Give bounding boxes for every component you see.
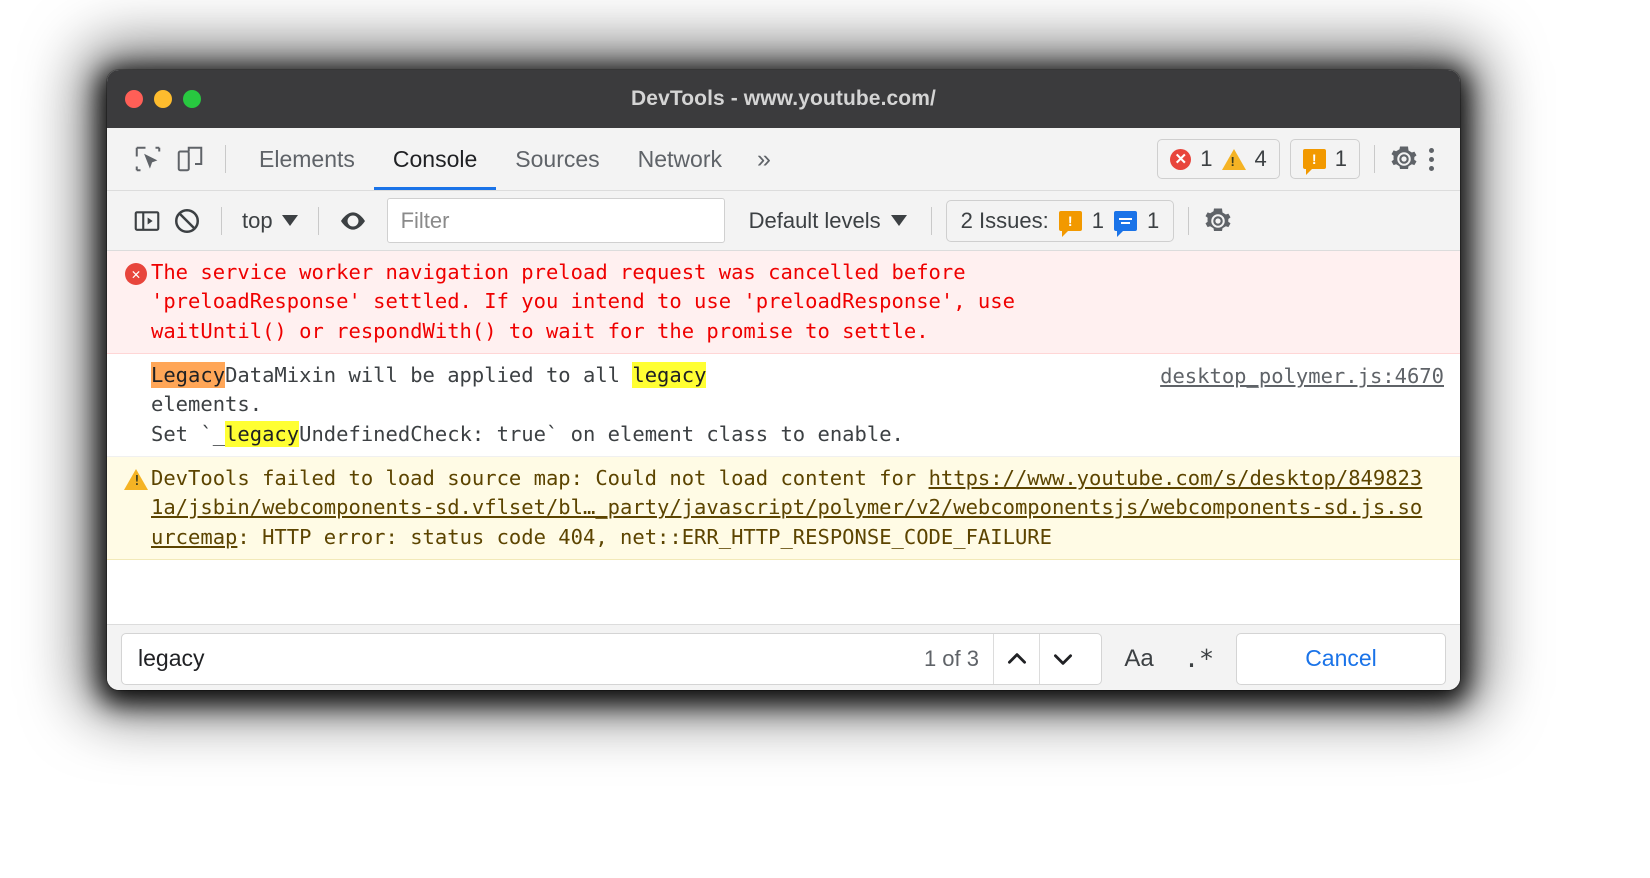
tab-elements[interactable]: Elements bbox=[240, 128, 374, 190]
chevron-up-icon[interactable] bbox=[993, 633, 1039, 684]
minimize-button[interactable] bbox=[154, 90, 172, 108]
error-count: 1 bbox=[1200, 146, 1213, 171]
warning-triangle-icon bbox=[121, 464, 151, 552]
window-controls bbox=[125, 90, 201, 108]
devtools-window: DevTools - www.youtube.com/ Elements Con… bbox=[107, 70, 1460, 690]
search-match: legacy bbox=[632, 361, 707, 388]
console-message-list[interactable]: ✕ The service worker navigation preload … bbox=[107, 251, 1460, 624]
search-match-count: 1 of 3 bbox=[923, 645, 979, 671]
error-warning-counter[interactable]: ✕ 1 4 bbox=[1157, 139, 1280, 179]
panel-tabs: Elements Console Sources Network » bbox=[240, 128, 787, 190]
tab-network[interactable]: Network bbox=[619, 128, 741, 190]
info-bubble-icon bbox=[1113, 210, 1137, 237]
chevron-down-icon bbox=[281, 215, 298, 226]
issue-bubble-icon: ! bbox=[1302, 149, 1326, 175]
tab-bar-right-controls: ✕ 1 4 ! 1 bbox=[1157, 139, 1444, 179]
inspect-cursor-icon[interactable] bbox=[127, 138, 169, 180]
window-title-bar: DevTools - www.youtube.com/ bbox=[107, 70, 1460, 128]
issues-warning-count: 1 bbox=[1091, 207, 1104, 233]
filter-placeholder: Filter bbox=[400, 207, 450, 233]
issues-label: 2 Issues: bbox=[960, 207, 1049, 233]
log-levels-selector[interactable]: Default levels bbox=[739, 208, 917, 234]
console-toolbar-divider-4 bbox=[1188, 206, 1190, 235]
console-toolbar-divider-2 bbox=[317, 206, 319, 235]
error-circle-icon: ✕ bbox=[121, 258, 151, 346]
issues-summary-button[interactable]: 2 Issues: ! 1 1 bbox=[945, 199, 1175, 242]
issues-info-count: 1 bbox=[1146, 207, 1160, 233]
error-circle-icon: ✕ bbox=[1170, 148, 1192, 170]
log-levels-label: Default levels bbox=[748, 207, 881, 233]
issue-count: 1 bbox=[1334, 146, 1347, 171]
tab-console[interactable]: Console bbox=[373, 128, 497, 190]
warning-message-text: DevTools failed to load source map: Coul… bbox=[151, 464, 1444, 552]
cancel-button[interactable]: Cancel bbox=[1236, 632, 1446, 685]
regex-button[interactable]: .* bbox=[1172, 635, 1226, 683]
console-message-warning[interactable]: DevTools failed to load source map: Coul… bbox=[107, 456, 1460, 560]
issue-bubble-icon: ! bbox=[1058, 210, 1082, 237]
chevron-down-icon[interactable] bbox=[1039, 633, 1085, 684]
log-message-text: LegacyDataMixin will be applied to all l… bbox=[151, 361, 1160, 449]
text-run: DataMixin will be applied to all bbox=[225, 362, 633, 387]
search-nav-buttons bbox=[993, 633, 1085, 684]
execution-context-selector[interactable]: top bbox=[236, 208, 304, 234]
console-toolbar: top Filter Default levels 2 Issues: ! 1 … bbox=[107, 191, 1460, 251]
devtools-tab-bar: Elements Console Sources Network » ✕ 1 4… bbox=[107, 128, 1460, 191]
chevron-down-icon bbox=[890, 215, 907, 226]
execution-context-label: top bbox=[242, 207, 273, 233]
source-location-link[interactable]: desktop_polymer.js:4670 bbox=[1160, 361, 1444, 449]
warning-triangle-icon bbox=[1221, 148, 1246, 170]
console-message-log[interactable]: LegacyDataMixin will be applied to all l… bbox=[107, 353, 1460, 457]
console-search-bar: legacy 1 of 3 Aa .* Cancel bbox=[107, 624, 1460, 690]
live-expression-eye-icon[interactable] bbox=[333, 201, 373, 241]
search-option-buttons: Aa .* bbox=[1112, 635, 1226, 683]
text-run: UndefinedCheck: true` on element class t… bbox=[299, 421, 904, 446]
search-input[interactable]: legacy 1 of 3 bbox=[121, 632, 1102, 685]
zoom-button[interactable] bbox=[183, 90, 201, 108]
match-case-button[interactable]: Aa bbox=[1112, 635, 1166, 683]
window-title: DevTools - www.youtube.com/ bbox=[631, 87, 936, 110]
toolbar-divider bbox=[225, 145, 226, 173]
warning-count: 4 bbox=[1254, 146, 1267, 171]
right-controls-divider bbox=[1374, 145, 1375, 173]
log-message-gutter bbox=[121, 361, 151, 449]
close-button[interactable] bbox=[125, 90, 143, 108]
search-input-value: legacy bbox=[138, 645, 205, 671]
text-run: DevTools failed to load source map: Coul… bbox=[151, 465, 929, 490]
gear-icon[interactable] bbox=[1389, 144, 1419, 174]
kebab-menu-icon[interactable] bbox=[1419, 142, 1444, 177]
search-match-current: Legacy bbox=[151, 361, 226, 388]
issues-counter[interactable]: ! 1 bbox=[1289, 139, 1360, 179]
screenshot-root: DevTools - www.youtube.com/ Elements Con… bbox=[0, 0, 1650, 878]
device-toolbar-icon[interactable] bbox=[169, 138, 211, 180]
clear-console-icon[interactable] bbox=[167, 201, 207, 241]
filter-input[interactable]: Filter bbox=[386, 198, 725, 243]
error-message-text: The service worker navigation preload re… bbox=[151, 260, 1015, 343]
more-tabs-button[interactable]: » bbox=[741, 145, 787, 174]
console-sidebar-icon[interactable] bbox=[127, 201, 167, 241]
console-toolbar-divider-1 bbox=[221, 206, 222, 235]
tab-sources[interactable]: Sources bbox=[496, 128, 618, 190]
console-toolbar-divider-3 bbox=[930, 206, 932, 235]
search-match: legacy bbox=[225, 420, 300, 447]
console-settings-gear-icon[interactable] bbox=[1203, 206, 1233, 236]
text-run: : HTTP error: status code 404, net::ERR_… bbox=[237, 524, 1052, 549]
console-message-error[interactable]: ✕ The service worker navigation preload … bbox=[107, 251, 1460, 354]
